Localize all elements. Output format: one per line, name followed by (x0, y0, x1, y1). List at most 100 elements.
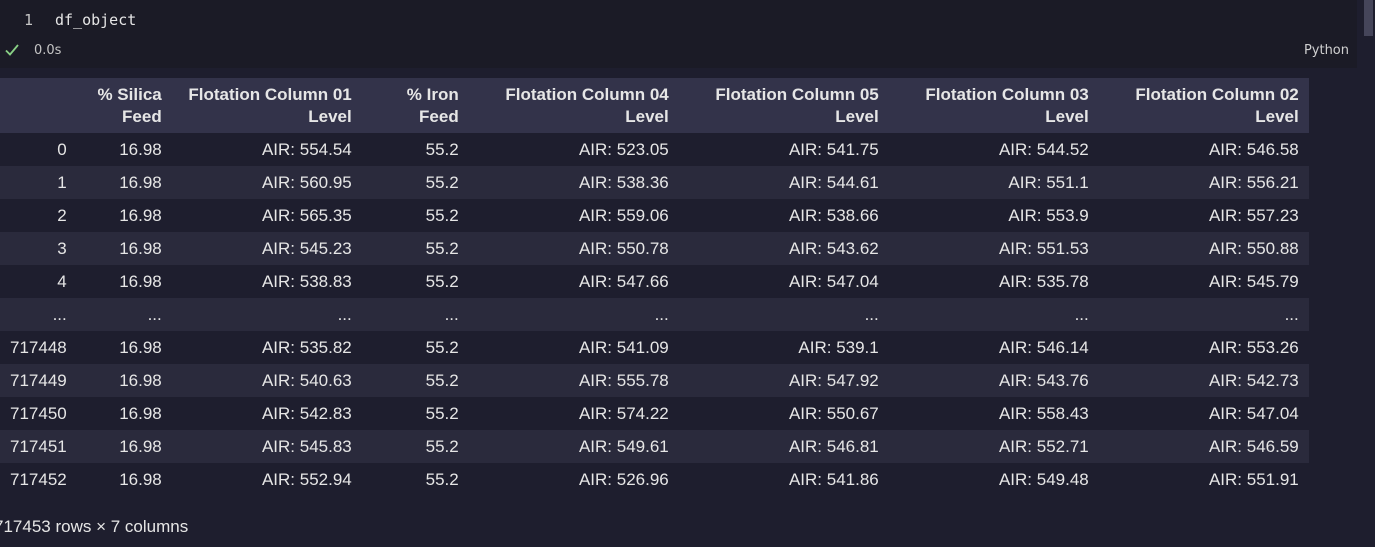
table-cell: ... (171, 298, 362, 331)
table-cell: AIR: 544.61 (678, 166, 889, 199)
table-cell: 55.2 (361, 232, 469, 265)
table-cell: 16.98 (76, 331, 172, 364)
table-cell: AIR: 547.66 (468, 265, 679, 298)
table-cell: AIR: 552.94 (171, 463, 362, 496)
table-cell: AIR: 560.95 (171, 166, 362, 199)
row-index: ... (0, 298, 77, 331)
table-cell: ... (888, 298, 1099, 331)
table-cell: AIR: 523.05 (468, 133, 679, 166)
column-header: Flotation Column 01 Level (171, 78, 362, 133)
column-header: Flotation Column 04 Level (468, 78, 679, 133)
row-index: 717448 (0, 331, 77, 364)
table-cell: AIR: 574.22 (468, 397, 679, 430)
table-cell: AIR: 545.23 (171, 232, 362, 265)
table-cell: AIR: 546.58 (1098, 133, 1309, 166)
kernel-language[interactable]: Python (1304, 43, 1349, 58)
table-cell: 55.2 (361, 166, 469, 199)
scrollbar-thumb[interactable] (1364, 0, 1373, 36)
cell-output: % Silica Feed Flotation Column 01 Level % … (0, 78, 1309, 496)
table-cell: AIR: 550.88 (1098, 232, 1309, 265)
header-row: % Silica Feed Flotation Column 01 Level % … (0, 78, 1309, 133)
table-row: 3 16.98 AIR: 545.23 55.2 AIR: 550.78 AIR… (0, 232, 1309, 265)
row-index: 2 (0, 199, 77, 232)
table-cell: AIR: 547.92 (678, 364, 889, 397)
row-index: 3 (0, 232, 77, 265)
table-cell: 55.2 (361, 430, 469, 463)
table-cell: AIR: 542.83 (171, 397, 362, 430)
table-cell: AIR: 546.14 (888, 331, 1099, 364)
row-index: 717450 (0, 397, 77, 430)
table-cell: AIR: 557.23 (1098, 199, 1309, 232)
table-cell: AIR: 549.61 (468, 430, 679, 463)
table-cell: 55.2 (361, 265, 469, 298)
table-cell: AIR: 552.71 (888, 430, 1099, 463)
table-cell: AIR: 539.1 (678, 331, 889, 364)
index-header (0, 78, 77, 133)
table-cell: AIR: 547.04 (678, 265, 889, 298)
column-header: Flotation Column 05 Level (678, 78, 889, 133)
table-cell: AIR: 565.35 (171, 199, 362, 232)
table-cell: 16.98 (76, 133, 172, 166)
table-row: 0 16.98 AIR: 554.54 55.2 AIR: 523.05 AIR… (0, 133, 1309, 166)
table-cell: AIR: 540.63 (171, 364, 362, 397)
table-cell: AIR: 545.83 (171, 430, 362, 463)
table-row: 717450 16.98 AIR: 542.83 55.2 AIR: 574.2… (0, 397, 1309, 430)
table-cell: AIR: 544.52 (888, 133, 1099, 166)
cell-status-bar: 0.0s Python (0, 38, 1357, 66)
table-cell: ... (468, 298, 679, 331)
code-text[interactable]: df_object (55, 11, 136, 29)
table-cell: 16.98 (76, 166, 172, 199)
table-cell: AIR: 535.82 (171, 331, 362, 364)
table-cell: AIR: 538.36 (468, 166, 679, 199)
table-row: 717448 16.98 AIR: 535.82 55.2 AIR: 541.0… (0, 331, 1309, 364)
table-cell: 55.2 (361, 397, 469, 430)
table-cell: AIR: 547.04 (1098, 397, 1309, 430)
table-cell: ... (361, 298, 469, 331)
code-cell[interactable]: 1 df_object 0.0s Python (0, 0, 1357, 68)
table-cell: AIR: 553.9 (888, 199, 1099, 232)
table-cell: AIR: 541.86 (678, 463, 889, 496)
execution-time: 0.0s (34, 43, 62, 58)
table-cell: ... (678, 298, 889, 331)
table-row: 717451 16.98 AIR: 545.83 55.2 AIR: 549.6… (0, 430, 1309, 463)
table-cell: AIR: 550.78 (468, 232, 679, 265)
table-cell: 16.98 (76, 430, 172, 463)
table-cell: 55.2 (361, 199, 469, 232)
table-cell: AIR: 542.73 (1098, 364, 1309, 397)
table-cell: 16.98 (76, 265, 172, 298)
table-cell: ... (76, 298, 172, 331)
table-cell: AIR: 541.09 (468, 331, 679, 364)
column-header: Flotation Column 03 Level (888, 78, 1099, 133)
scrollbar-track[interactable] (1357, 0, 1375, 547)
column-header: Flotation Column 02 Level (1098, 78, 1309, 133)
table-cell: 16.98 (76, 463, 172, 496)
row-index: 4 (0, 265, 77, 298)
table-cell: AIR: 551.1 (888, 166, 1099, 199)
table-cell: 55.2 (361, 364, 469, 397)
table-row: 1 16.98 AIR: 560.95 55.2 AIR: 538.36 AIR… (0, 166, 1309, 199)
table-cell: AIR: 543.62 (678, 232, 889, 265)
table-cell: AIR: 546.81 (678, 430, 889, 463)
table-cell: AIR: 545.79 (1098, 265, 1309, 298)
row-index: 717452 (0, 463, 77, 496)
table-cell: AIR: 553.26 (1098, 331, 1309, 364)
table-cell: AIR: 551.91 (1098, 463, 1309, 496)
line-number: 1 (24, 11, 34, 29)
table-cell: AIR: 558.43 (888, 397, 1099, 430)
table-cell: AIR: 551.53 (888, 232, 1099, 265)
table-row: 4 16.98 AIR: 538.83 55.2 AIR: 547.66 AIR… (0, 265, 1309, 298)
table-cell: 16.98 (76, 232, 172, 265)
table-cell: AIR: 543.76 (888, 364, 1099, 397)
table-cell: AIR: 538.66 (678, 199, 889, 232)
table-row: 2 16.98 AIR: 565.35 55.2 AIR: 559.06 AIR… (0, 199, 1309, 232)
table-cell: AIR: 546.59 (1098, 430, 1309, 463)
dataframe-table: % Silica Feed Flotation Column 01 Level % … (0, 78, 1309, 496)
table-cell: AIR: 535.78 (888, 265, 1099, 298)
table-cell: AIR: 549.48 (888, 463, 1099, 496)
table-cell: AIR: 550.67 (678, 397, 889, 430)
check-icon (5, 44, 19, 56)
column-header: % Iron Feed (361, 78, 469, 133)
table-cell: ... (1098, 298, 1309, 331)
table-cell: AIR: 556.21 (1098, 166, 1309, 199)
table-cell: AIR: 554.54 (171, 133, 362, 166)
